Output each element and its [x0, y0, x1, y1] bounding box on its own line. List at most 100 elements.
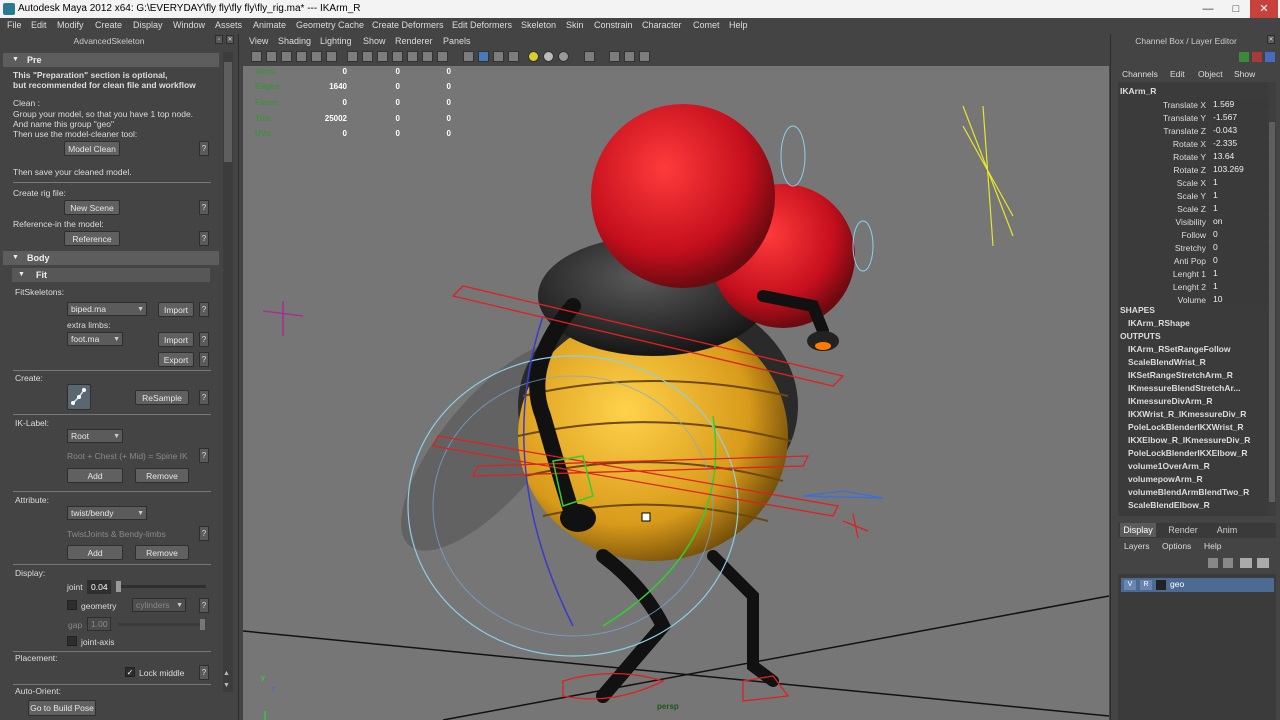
output-node[interactable]: volumeBlendArmBlendTwo_R [1128, 487, 1249, 497]
channel-translate-z-field[interactable]: -0.043 [1211, 125, 1269, 136]
menu-create-deformers[interactable]: Create Deformers [372, 20, 444, 30]
attribute-editor-toggle-icon[interactable] [1252, 52, 1262, 62]
layer-menu-help[interactable]: Help [1204, 541, 1221, 551]
channel-lenght2-field[interactable]: 1 [1211, 281, 1269, 292]
attribute-remove-button[interactable]: Remove [135, 545, 189, 560]
vp-menu-view[interactable]: View [249, 36, 268, 46]
channel-stretchy-field[interactable]: 0 [1211, 242, 1269, 253]
tab-display[interactable]: Display [1120, 523, 1156, 537]
menu-comet[interactable]: Comet [693, 20, 720, 30]
vp-menu-shading[interactable]: Shading [278, 36, 311, 46]
output-node[interactable]: IKmessureBlendStretchAr... [1128, 383, 1240, 393]
new-layer-selected-icon[interactable] [1257, 558, 1269, 568]
grid-icon[interactable] [326, 51, 337, 62]
joint-size-field[interactable]: 0.04 [87, 580, 111, 594]
layer-color-swatch[interactable] [1156, 580, 1166, 590]
scroll-down-arrow[interactable]: ▼ [223, 682, 230, 689]
import-skeleton-button[interactable]: Import [158, 302, 194, 317]
attribute-help-button[interactable]: ? [199, 526, 209, 541]
safe-frame-icon[interactable] [624, 51, 635, 62]
model-clean-help-button[interactable]: ? [199, 141, 209, 156]
textured-icon[interactable] [422, 51, 433, 62]
pre-section-header[interactable]: ▼ Pre [3, 53, 219, 67]
ik-label-help-button[interactable]: ? [199, 448, 209, 463]
menu-animate[interactable]: Animate [253, 20, 286, 30]
panel-scrollbar[interactable] [223, 52, 233, 692]
layer-row-geo[interactable]: V R geo [1121, 578, 1274, 592]
new-scene-button[interactable]: New Scene [64, 200, 120, 215]
cb-menu-show[interactable]: Show [1234, 69, 1255, 79]
menu-file[interactable]: File [7, 20, 22, 30]
channel-box-toggle-icon[interactable] [1239, 52, 1249, 62]
model-clean-button[interactable]: Model Clean [64, 141, 120, 156]
panel-close-button[interactable]: ✕ [226, 35, 234, 44]
maximize-button[interactable]: □ [1222, 0, 1250, 18]
ao-icon[interactable] [508, 51, 519, 62]
channel-lenght1-field[interactable]: 1 [1211, 268, 1269, 279]
ik-add-button[interactable]: Add [67, 468, 123, 483]
minimize-button[interactable]: — [1194, 0, 1222, 18]
tab-anim[interactable]: Anim [1209, 523, 1245, 537]
geometry-help-button[interactable]: ? [199, 598, 209, 613]
layer-display-type-toggle[interactable]: R [1140, 580, 1152, 590]
scrollbar-thumb[interactable] [224, 62, 232, 162]
channel-translate-x-field[interactable]: 1.569 [1211, 99, 1269, 110]
new-scene-help-button[interactable]: ? [199, 200, 209, 215]
menu-edit-deformers[interactable]: Edit Deformers [452, 20, 512, 30]
ambient-icon[interactable] [558, 51, 569, 62]
channel-scale-x-field[interactable]: 1 [1211, 177, 1269, 188]
camera-attributes-icon[interactable] [281, 51, 292, 62]
import-limb-help-button[interactable]: ? [199, 332, 209, 347]
channel-box-close-button[interactable]: ✕ [1267, 35, 1275, 44]
output-node[interactable]: PoleLockBlenderIKXWrist_R [1128, 422, 1244, 432]
smooth-shade-icon[interactable] [362, 51, 373, 62]
output-node[interactable]: PoleLockBlenderIKXElbow_R [1128, 448, 1248, 458]
output-node[interactable]: IKArm_RSetRangeFollow [1128, 344, 1231, 354]
cb-menu-edit[interactable]: Edit [1170, 69, 1185, 79]
scene-render[interactable] [243, 66, 1109, 720]
vp-menu-renderer[interactable]: Renderer [395, 36, 433, 46]
menu-assets[interactable]: Assets [215, 20, 242, 30]
reference-button[interactable]: Reference [64, 231, 120, 246]
vp-menu-show[interactable]: Show [363, 36, 386, 46]
output-node[interactable]: volume1OverArm_R [1128, 461, 1210, 471]
body-section-header[interactable]: ▼ Body [3, 251, 219, 265]
go-to-build-pose-button[interactable]: Go to Build Pose [28, 700, 96, 716]
resample-button[interactable]: ReSample [135, 390, 189, 405]
reference-help-button[interactable]: ? [199, 231, 209, 246]
menu-character[interactable]: Character [642, 20, 682, 30]
export-help-button[interactable]: ? [199, 352, 209, 367]
channel-follow-field[interactable]: 0 [1211, 229, 1269, 240]
shape-node[interactable]: IKArm_RShape [1128, 318, 1190, 328]
wireframe-icon[interactable] [347, 51, 358, 62]
scroll-up-arrow[interactable]: ▲ [223, 670, 230, 677]
xray-joints-icon[interactable] [407, 51, 418, 62]
ik-label-dropdown[interactable]: Root ▼ [67, 429, 123, 443]
wire-box-icon[interactable] [493, 51, 504, 62]
output-node[interactable]: IKSetRangeStretchArm_R [1128, 370, 1233, 380]
channel-anti-pop-field[interactable]: 0 [1211, 255, 1269, 266]
image-plane-icon[interactable] [311, 51, 322, 62]
menu-skin[interactable]: Skin [566, 20, 584, 30]
slider-handle[interactable] [116, 581, 121, 592]
resolution-gate-icon[interactable] [584, 51, 595, 62]
menu-window[interactable]: Window [173, 20, 205, 30]
vp-menu-lighting[interactable]: Lighting [320, 36, 352, 46]
lock-camera-icon[interactable] [266, 51, 277, 62]
channel-scale-y-field[interactable]: 1 [1211, 190, 1269, 201]
channel-translate-y-field[interactable]: -1.567 [1211, 112, 1269, 123]
fit-section-header[interactable]: ▼ Fit [12, 268, 210, 282]
attribute-dropdown[interactable]: twist/bendy ▼ [67, 506, 147, 520]
fit-skeleton-dropdown[interactable]: biped.ma ▼ [67, 302, 147, 316]
field-chart-icon[interactable] [639, 51, 650, 62]
resample-help-button[interactable]: ? [199, 390, 209, 405]
layer-menu-options[interactable]: Options [1162, 541, 1191, 551]
attribute-add-button[interactable]: Add [67, 545, 123, 560]
placement-help-button[interactable]: ? [199, 665, 209, 680]
output-node[interactable]: volumepowArm_R [1128, 474, 1203, 484]
geometry-checkbox[interactable] [67, 600, 77, 610]
channel-visibility-field[interactable]: on [1211, 216, 1269, 227]
tool-settings-toggle-icon[interactable] [1265, 52, 1275, 62]
layer-menu-layers[interactable]: Layers [1124, 541, 1150, 551]
channel-rotate-y-field[interactable]: 13.64 [1211, 151, 1269, 162]
